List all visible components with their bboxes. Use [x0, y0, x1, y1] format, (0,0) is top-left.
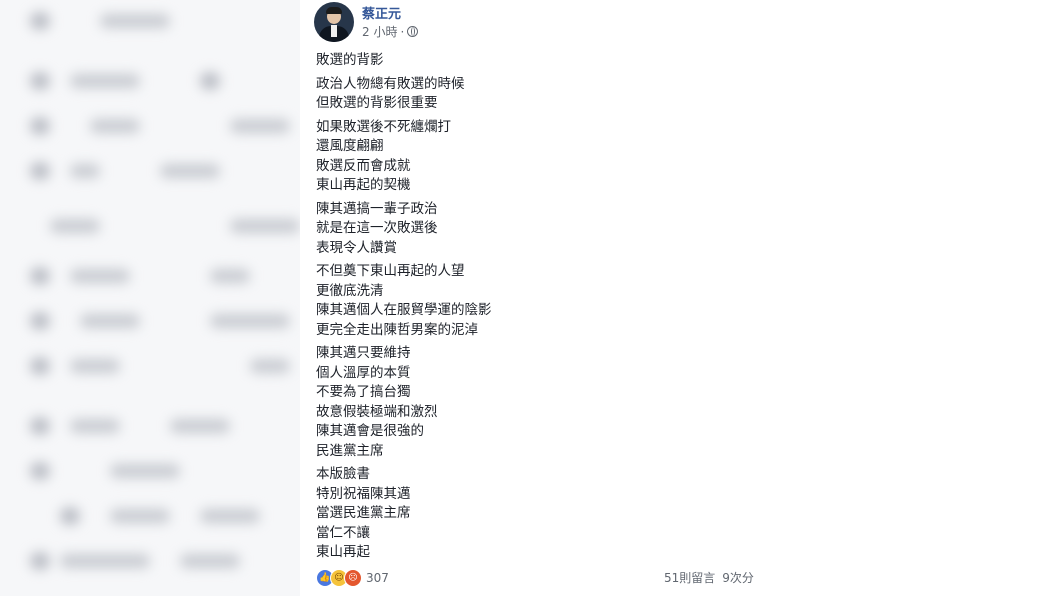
post-line: 陳其邁只要維持: [316, 345, 411, 361]
comment-count[interactable]: 51則留言: [664, 569, 715, 586]
post-body: 敗選的背影 政治人物總有敗選的時候 但敗選的背影很重要 如果敗選後不死纏爛打 還風度翩翩…: [316, 51, 756, 567]
post-card: 蔡正元 2 小時 · 敗選的背影 政治人物總有敗選的時候 但敗選的背影很重要 如果敗選…: [300, 0, 780, 596]
post-line: 就是在這一次敗選後: [316, 220, 438, 236]
post-time[interactable]: 2 小時: [362, 23, 397, 40]
reactions[interactable]: 👍 ☺ ☹ 307: [316, 569, 389, 587]
post-line: 本版臉書: [316, 466, 370, 482]
globe-icon[interactable]: [407, 26, 419, 37]
blurred-background: [0, 0, 300, 596]
meta-separator: ·: [400, 24, 405, 39]
right-blank-area: [780, 0, 1060, 596]
post-line: 敗選反而會成就: [316, 157, 411, 174]
post-stanza: 不但奠下東山再起的人望 更徹底洗清陳其邁個人在服貿學運的陰影 更完全走出陳哲男案的泥…: [316, 262, 756, 340]
blurred-row: [20, 215, 300, 237]
avatar[interactable]: [314, 2, 354, 42]
post-line: 但敗選的背影很重要: [316, 95, 438, 111]
post-line: 當選民進黨主席: [316, 505, 411, 521]
reaction-count[interactable]: 307: [366, 571, 389, 585]
post-stanza: 敗選的背影: [316, 51, 756, 71]
post-stanza: 陳其邁搞一輩子政治 就是在這一次敗選後 表現令人讚賞: [316, 200, 756, 259]
post-line: 更徹底洗清: [316, 282, 384, 299]
comment-share-info: 51則留言 9次分: [664, 569, 754, 586]
post-line: 陳其邁個人在服貿學運的陰影: [316, 302, 492, 318]
blurred-row: [20, 265, 300, 287]
blurred-row: [20, 10, 300, 32]
blurred-row: [20, 115, 300, 137]
post-stanza: 陳其邁只要維持 個人溫厚的本質 不要為了搞台獨故意假裝極端和激烈 陳其邁會是很強的 民進…: [316, 344, 756, 461]
blurred-row: [20, 460, 300, 482]
post-line: 民進黨主席: [316, 442, 384, 459]
post-line: 敗選的背影: [316, 52, 384, 68]
post-line: 陳其邁會是很強的: [316, 423, 424, 439]
post-footer: 👍 ☺ ☹ 307 51則留言 9次分: [316, 567, 756, 587]
blurred-row: [20, 70, 300, 92]
blurred-row: [20, 550, 300, 572]
blurred-row: [20, 160, 300, 182]
post-line: 不但奠下東山再起的人望: [316, 263, 465, 279]
post-stanza: 如果敗選後不死纏爛打 還風度翩翩敗選反而會成就 東山再起的契機: [316, 118, 756, 196]
blurred-row: [20, 415, 300, 437]
author-name[interactable]: 蔡正元: [362, 3, 401, 22]
post-line: 個人溫厚的本質: [316, 364, 411, 381]
post-line: 東山再起的契機: [316, 177, 411, 193]
post-line: 還風度翩翩: [316, 138, 384, 154]
post-line: 不要為了搞台獨: [316, 384, 411, 400]
post-stanza: 政治人物總有敗選的時候 但敗選的背影很重要: [316, 75, 756, 114]
angry-icon: ☹: [344, 569, 362, 587]
post-meta: 2 小時 ·: [362, 23, 419, 40]
share-count[interactable]: 9次分: [722, 569, 754, 586]
blurred-row: [20, 355, 300, 377]
post-line: 陳其邁搞一輩子政治: [316, 200, 438, 217]
post-line: 故意假裝極端和激烈: [316, 403, 438, 420]
post-line: 特別祝福陳其邁: [316, 485, 411, 502]
post-line: 如果敗選後不死纏爛打: [316, 118, 451, 135]
post-line: 表現令人讚賞: [316, 239, 397, 256]
post-stanza: 本版臉書特別祝福陳其邁 當選民進黨主席 當仁不讓東山再起: [316, 465, 756, 563]
post-line: 政治人物總有敗選的時候: [316, 75, 465, 92]
blurred-row: [20, 505, 300, 527]
post-line: 更完全走出陳哲男案的泥淖: [316, 321, 478, 338]
blurred-row: [20, 310, 300, 332]
post-line: 東山再起: [316, 544, 370, 560]
post-line: 當仁不讓: [316, 524, 370, 541]
